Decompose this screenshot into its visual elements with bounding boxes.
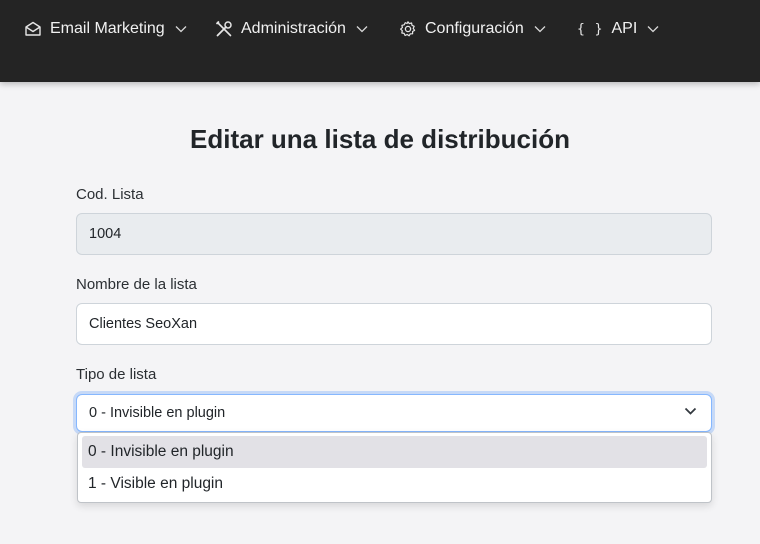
tipo-lista-options: 0 - Invisible en plugin 1 - Visible en p… bbox=[77, 432, 712, 503]
nav-configuracion-label: Configuración bbox=[425, 20, 524, 37]
chevron-down-icon bbox=[534, 26, 546, 33]
nav-email-marketing-label: Email Marketing bbox=[50, 20, 165, 37]
nav-api-label: API bbox=[611, 20, 638, 37]
nav-api[interactable]: { } API bbox=[577, 17, 659, 41]
tipo-lista-selected-value: 0 - Invisible en plugin bbox=[89, 405, 226, 421]
cod-lista-value: 1004 bbox=[89, 226, 122, 242]
cod-lista-label: Cod. Lista bbox=[76, 186, 144, 203]
gear-icon bbox=[400, 21, 416, 37]
chevron-down-icon bbox=[684, 407, 697, 415]
nav-administracion[interactable]: Administración bbox=[215, 17, 368, 41]
nav-configuracion[interactable]: Configuración bbox=[399, 17, 546, 41]
cod-lista-field[interactable]: 1004 bbox=[76, 213, 712, 255]
nav-administracion-label: Administración bbox=[241, 20, 346, 37]
chevron-down-icon bbox=[647, 26, 659, 33]
envelope-icon bbox=[25, 21, 41, 36]
option-visible-plugin[interactable]: 1 - Visible en plugin bbox=[82, 468, 707, 500]
tipo-lista-label: Tipo de lista bbox=[76, 366, 157, 383]
nombre-lista-label: Nombre de la lista bbox=[76, 276, 197, 293]
nombre-lista-value: Clientes SeoXan bbox=[89, 316, 198, 332]
braces-icon: { } bbox=[577, 21, 604, 37]
nav-email-marketing[interactable]: Email Marketing bbox=[24, 17, 187, 41]
option-invisible-plugin[interactable]: 0 - Invisible en plugin bbox=[82, 436, 707, 468]
chevron-down-icon bbox=[356, 26, 368, 33]
chevron-down-icon bbox=[175, 26, 187, 33]
tools-icon bbox=[215, 20, 232, 37]
nombre-lista-input[interactable]: Clientes SeoXan bbox=[76, 303, 712, 345]
top-navbar: Email Marketing Administración Configura… bbox=[0, 0, 760, 82]
page-title: Editar una lista de distribución bbox=[190, 124, 570, 154]
tipo-lista-select[interactable]: 0 - Invisible en plugin bbox=[76, 394, 712, 432]
